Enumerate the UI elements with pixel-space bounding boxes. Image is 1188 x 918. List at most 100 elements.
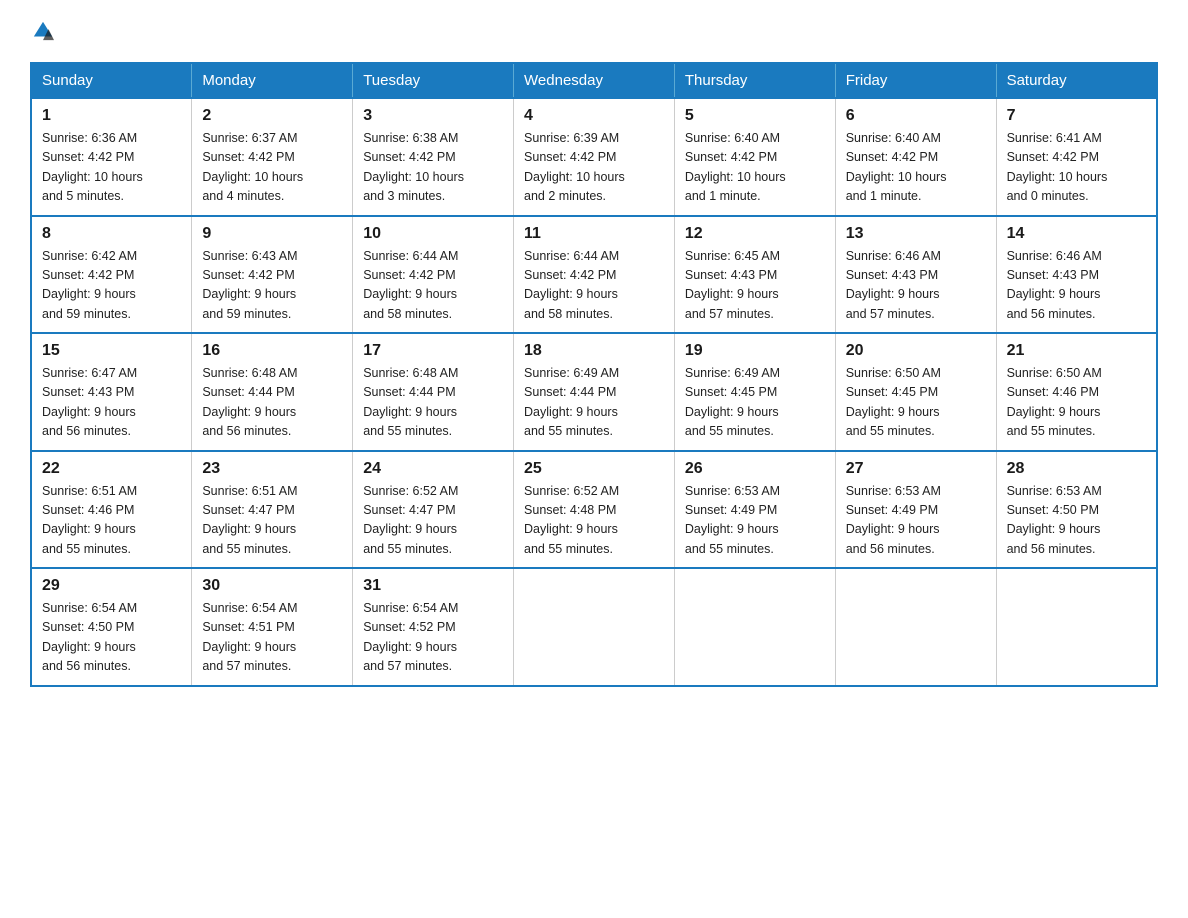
calendar-cell bbox=[835, 568, 996, 686]
calendar-cell: 6 Sunrise: 6:40 AMSunset: 4:42 PMDaylight… bbox=[835, 98, 996, 216]
day-info: Sunrise: 6:40 AMSunset: 4:42 PMDaylight:… bbox=[846, 131, 947, 203]
page-header bbox=[30, 20, 1158, 42]
day-number: 31 bbox=[363, 577, 503, 595]
calendar-cell: 20 Sunrise: 6:50 AMSunset: 4:45 PMDayligh… bbox=[835, 333, 996, 451]
calendar-cell: 24Sunrise: 6:52 AMSunset: 4:47 PMDayligh… bbox=[353, 451, 514, 569]
day-info: Sunrise: 6:52 AMSunset: 4:47 PMDaylight:… bbox=[363, 484, 458, 556]
calendar-cell bbox=[674, 568, 835, 686]
calendar-cell: 30 Sunrise: 6:54 AMSunset: 4:51 PMDayligh… bbox=[192, 568, 353, 686]
calendar-cell: 19 Sunrise: 6:49 AMSunset: 4:45 PMDayligh… bbox=[674, 333, 835, 451]
day-number: 5 bbox=[685, 107, 825, 125]
day-number: 19 bbox=[685, 342, 825, 360]
calendar-cell: 11 Sunrise: 6:44 AMSunset: 4:42 PMDayligh… bbox=[514, 216, 675, 334]
calendar-cell: 13 Sunrise: 6:46 AMSunset: 4:43 PMDayligh… bbox=[835, 216, 996, 334]
day-info: Sunrise: 6:38 AMSunset: 4:42 PMDaylight:… bbox=[363, 131, 464, 203]
calendar-cell: 5 Sunrise: 6:40 AMSunset: 4:42 PMDaylight… bbox=[674, 98, 835, 216]
day-number: 14 bbox=[1007, 225, 1146, 243]
day-number: 16 bbox=[202, 342, 342, 360]
calendar-cell: 22 Sunrise: 6:51 AMSunset: 4:46 PMDayligh… bbox=[31, 451, 192, 569]
calendar-header-row: SundayMondayTuesdayWednesdayThursdayFrid… bbox=[31, 63, 1157, 98]
day-info: Sunrise: 6:53 AMSunset: 4:50 PMDaylight:… bbox=[1007, 484, 1102, 556]
day-number: 20 bbox=[846, 342, 986, 360]
day-number: 1 bbox=[42, 107, 181, 125]
day-info: Sunrise: 6:39 AMSunset: 4:42 PMDaylight:… bbox=[524, 131, 625, 203]
calendar-cell: 7 Sunrise: 6:41 AMSunset: 4:42 PMDaylight… bbox=[996, 98, 1157, 216]
column-header-saturday: Saturday bbox=[996, 63, 1157, 98]
day-number: 10 bbox=[363, 225, 503, 243]
day-number: 23 bbox=[202, 460, 342, 478]
calendar-cell: 21 Sunrise: 6:50 AMSunset: 4:46 PMDayligh… bbox=[996, 333, 1157, 451]
column-header-sunday: Sunday bbox=[31, 63, 192, 98]
day-info: Sunrise: 6:50 AMSunset: 4:46 PMDaylight:… bbox=[1007, 366, 1102, 438]
calendar-cell: 31 Sunrise: 6:54 AMSunset: 4:52 PMDayligh… bbox=[353, 568, 514, 686]
calendar-cell: 9 Sunrise: 6:43 AMSunset: 4:42 PMDaylight… bbox=[192, 216, 353, 334]
calendar-cell: 2Sunrise: 6:37 AMSunset: 4:42 PMDaylight… bbox=[192, 98, 353, 216]
day-info: Sunrise: 6:53 AMSunset: 4:49 PMDaylight:… bbox=[846, 484, 941, 556]
day-info: Sunrise: 6:41 AMSunset: 4:42 PMDaylight:… bbox=[1007, 131, 1108, 203]
day-info: Sunrise: 6:36 AMSunset: 4:42 PMDaylight:… bbox=[42, 131, 143, 203]
calendar-week-row: 8 Sunrise: 6:42 AMSunset: 4:42 PMDaylight… bbox=[31, 216, 1157, 334]
day-info: Sunrise: 6:42 AMSunset: 4:42 PMDaylight:… bbox=[42, 249, 137, 321]
calendar-cell: 15 Sunrise: 6:47 AMSunset: 4:43 PMDayligh… bbox=[31, 333, 192, 451]
calendar-cell: 28 Sunrise: 6:53 AMSunset: 4:50 PMDayligh… bbox=[996, 451, 1157, 569]
day-number: 28 bbox=[1007, 460, 1146, 478]
day-number: 29 bbox=[42, 577, 181, 595]
calendar-week-row: 29Sunrise: 6:54 AMSunset: 4:50 PMDayligh… bbox=[31, 568, 1157, 686]
day-info: Sunrise: 6:54 AMSunset: 4:51 PMDaylight:… bbox=[202, 601, 297, 673]
day-info: Sunrise: 6:44 AMSunset: 4:42 PMDaylight:… bbox=[363, 249, 458, 321]
day-info: Sunrise: 6:52 AMSunset: 4:48 PMDaylight:… bbox=[524, 484, 619, 556]
calendar-cell: 17 Sunrise: 6:48 AMSunset: 4:44 PMDayligh… bbox=[353, 333, 514, 451]
day-number: 27 bbox=[846, 460, 986, 478]
day-number: 15 bbox=[42, 342, 181, 360]
day-number: 8 bbox=[42, 225, 181, 243]
calendar-cell: 27 Sunrise: 6:53 AMSunset: 4:49 PMDayligh… bbox=[835, 451, 996, 569]
day-number: 3 bbox=[363, 107, 503, 125]
day-number: 6 bbox=[846, 107, 986, 125]
column-header-friday: Friday bbox=[835, 63, 996, 98]
day-info: Sunrise: 6:37 AMSunset: 4:42 PMDaylight:… bbox=[202, 131, 303, 203]
calendar-week-row: 22 Sunrise: 6:51 AMSunset: 4:46 PMDayligh… bbox=[31, 451, 1157, 569]
calendar-cell: 3 Sunrise: 6:38 AMSunset: 4:42 PMDaylight… bbox=[353, 98, 514, 216]
column-header-monday: Monday bbox=[192, 63, 353, 98]
day-info: Sunrise: 6:51 AMSunset: 4:46 PMDaylight:… bbox=[42, 484, 137, 556]
calendar-table: SundayMondayTuesdayWednesdayThursdayFrid… bbox=[30, 62, 1158, 687]
day-number: 18 bbox=[524, 342, 664, 360]
day-number: 13 bbox=[846, 225, 986, 243]
day-info: Sunrise: 6:48 AMSunset: 4:44 PMDaylight:… bbox=[363, 366, 458, 438]
day-info: Sunrise: 6:40 AMSunset: 4:42 PMDaylight:… bbox=[685, 131, 786, 203]
day-info: Sunrise: 6:54 AMSunset: 4:52 PMDaylight:… bbox=[363, 601, 458, 673]
column-header-tuesday: Tuesday bbox=[353, 63, 514, 98]
day-number: 17 bbox=[363, 342, 503, 360]
day-info: Sunrise: 6:46 AMSunset: 4:43 PMDaylight:… bbox=[1007, 249, 1102, 321]
day-number: 25 bbox=[524, 460, 664, 478]
calendar-cell: 14 Sunrise: 6:46 AMSunset: 4:43 PMDayligh… bbox=[996, 216, 1157, 334]
calendar-cell: 16 Sunrise: 6:48 AMSunset: 4:44 PMDayligh… bbox=[192, 333, 353, 451]
day-number: 11 bbox=[524, 225, 664, 243]
calendar-cell: 18Sunrise: 6:49 AMSunset: 4:44 PMDayligh… bbox=[514, 333, 675, 451]
calendar-week-row: 15 Sunrise: 6:47 AMSunset: 4:43 PMDayligh… bbox=[31, 333, 1157, 451]
day-info: Sunrise: 6:46 AMSunset: 4:43 PMDaylight:… bbox=[846, 249, 941, 321]
calendar-cell bbox=[996, 568, 1157, 686]
calendar-cell: 8 Sunrise: 6:42 AMSunset: 4:42 PMDaylight… bbox=[31, 216, 192, 334]
day-info: Sunrise: 6:51 AMSunset: 4:47 PMDaylight:… bbox=[202, 484, 297, 556]
calendar-cell: 4 Sunrise: 6:39 AMSunset: 4:42 PMDaylight… bbox=[514, 98, 675, 216]
day-number: 21 bbox=[1007, 342, 1146, 360]
day-number: 22 bbox=[42, 460, 181, 478]
day-info: Sunrise: 6:53 AMSunset: 4:49 PMDaylight:… bbox=[685, 484, 780, 556]
day-number: 30 bbox=[202, 577, 342, 595]
day-info: Sunrise: 6:45 AMSunset: 4:43 PMDaylight:… bbox=[685, 249, 780, 321]
day-info: Sunrise: 6:49 AMSunset: 4:45 PMDaylight:… bbox=[685, 366, 780, 438]
day-number: 4 bbox=[524, 107, 664, 125]
day-info: Sunrise: 6:43 AMSunset: 4:42 PMDaylight:… bbox=[202, 249, 297, 321]
day-number: 9 bbox=[202, 225, 342, 243]
logo-icon bbox=[32, 20, 54, 42]
column-header-thursday: Thursday bbox=[674, 63, 835, 98]
day-info: Sunrise: 6:44 AMSunset: 4:42 PMDaylight:… bbox=[524, 249, 619, 321]
day-info: Sunrise: 6:50 AMSunset: 4:45 PMDaylight:… bbox=[846, 366, 941, 438]
calendar-cell bbox=[514, 568, 675, 686]
day-info: Sunrise: 6:47 AMSunset: 4:43 PMDaylight:… bbox=[42, 366, 137, 438]
day-number: 7 bbox=[1007, 107, 1146, 125]
calendar-cell: 1 Sunrise: 6:36 AMSunset: 4:42 PMDaylight… bbox=[31, 98, 192, 216]
calendar-cell: 25 Sunrise: 6:52 AMSunset: 4:48 PMDayligh… bbox=[514, 451, 675, 569]
day-info: Sunrise: 6:48 AMSunset: 4:44 PMDaylight:… bbox=[202, 366, 297, 438]
